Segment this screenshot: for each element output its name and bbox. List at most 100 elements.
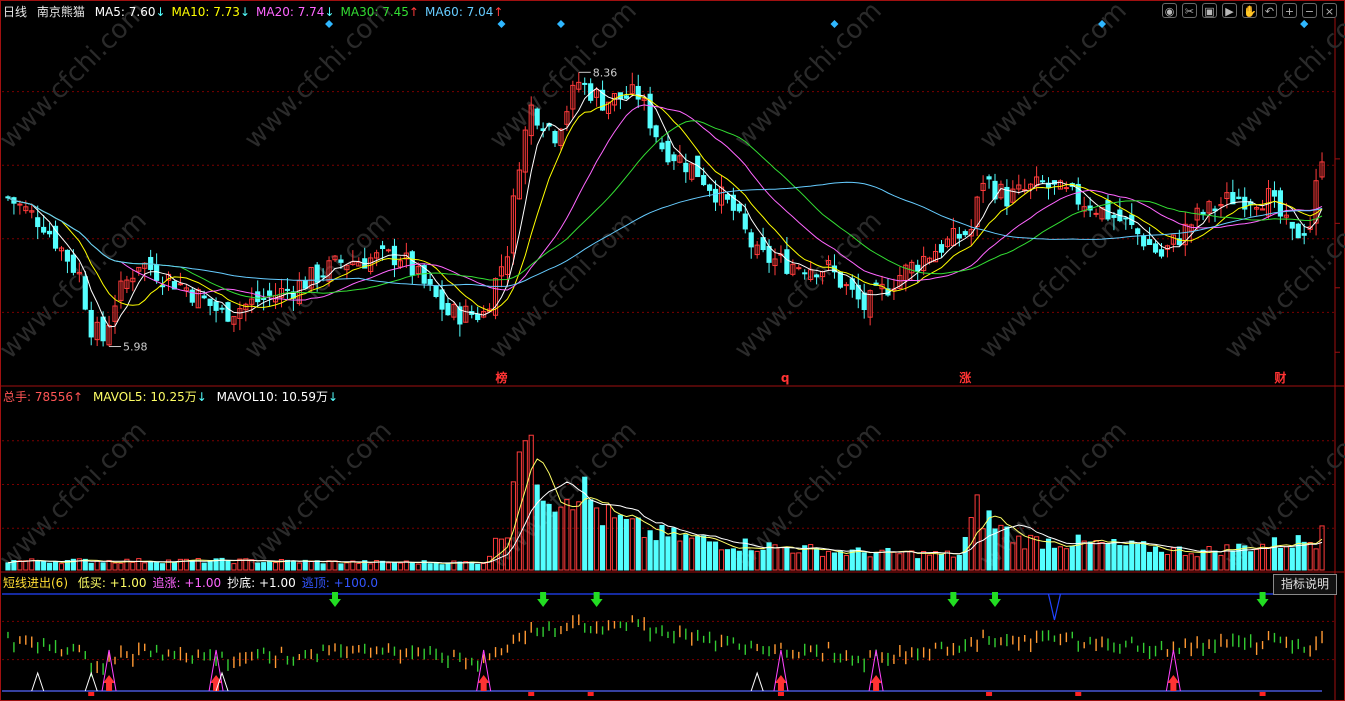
ma-legend-item: MA5: 7.60↓ xyxy=(94,5,166,19)
volume-bar xyxy=(944,550,951,571)
volume-bars xyxy=(5,434,1325,571)
baseline-signal-dot xyxy=(777,692,784,696)
volume-bar xyxy=(159,563,166,571)
candle-body xyxy=(1295,223,1301,239)
volume-bar xyxy=(1105,543,1111,571)
volume-bar xyxy=(1194,556,1200,571)
baseline-signal-dot xyxy=(528,692,535,696)
volume-bar xyxy=(814,547,820,571)
candle-body xyxy=(748,232,754,248)
ma-trend-arrow: ↓ xyxy=(324,5,335,19)
volume-bar xyxy=(677,540,683,571)
volume-bar xyxy=(1081,540,1087,571)
candle-body xyxy=(986,176,992,180)
indicator-legend-item: 抄底: +1.00 xyxy=(227,576,296,590)
volume-bar xyxy=(1039,548,1046,571)
high-label: 8.36 xyxy=(593,66,618,79)
zoom-out-icon[interactable]: − xyxy=(1302,3,1317,18)
volume-bar xyxy=(1236,543,1242,571)
volume-bar xyxy=(1129,540,1135,571)
candle-body xyxy=(701,175,707,186)
indicator-explain-button[interactable]: 指标说明 xyxy=(1272,574,1337,595)
volume-bar xyxy=(379,560,386,571)
volume-bar xyxy=(1075,534,1081,571)
candle-body xyxy=(635,85,641,100)
candle-body xyxy=(659,142,665,150)
volume-bar xyxy=(47,562,53,571)
volume-bar xyxy=(1313,548,1319,571)
event-marker-text: 财 xyxy=(1273,370,1286,385)
scissors-icon[interactable]: ✂ xyxy=(1182,3,1197,18)
volume-bar xyxy=(130,561,136,571)
volume-bar xyxy=(52,560,59,571)
candle-body xyxy=(1152,243,1159,253)
volume-bar xyxy=(825,550,832,571)
candle-body xyxy=(201,295,207,299)
volume-bar xyxy=(41,561,47,571)
candle-body xyxy=(284,288,291,291)
volume-bar xyxy=(290,560,296,571)
candle-body xyxy=(47,230,53,235)
candle-body xyxy=(82,276,88,310)
event-marker-text: 涨 xyxy=(959,370,971,385)
volume-bar xyxy=(1188,553,1194,571)
close-icon[interactable]: × xyxy=(1322,3,1337,18)
undo-icon[interactable]: ↶ xyxy=(1262,3,1277,18)
volume-bar xyxy=(927,554,933,571)
zoom-in-icon[interactable]: + xyxy=(1282,3,1297,18)
volume-bar xyxy=(1289,547,1295,571)
candle-body xyxy=(314,264,320,283)
candle-body xyxy=(742,213,748,230)
ma-line-10 xyxy=(7,93,1323,312)
volume-bar xyxy=(623,518,629,571)
volume-bar xyxy=(909,550,915,571)
volume-bar xyxy=(308,560,314,571)
eye-icon[interactable]: ◉ xyxy=(1162,3,1177,18)
ma-legend-item: MA10: 7.73↓ xyxy=(171,5,251,19)
play-icon[interactable]: ▶ xyxy=(1222,3,1237,18)
volume-bar xyxy=(1087,541,1093,571)
volume-bar xyxy=(724,549,731,571)
volume-bar xyxy=(683,534,689,571)
chart-canvas[interactable]: www.cfchi.com www.cfchi.com www.cfchi.com w… xyxy=(0,0,1345,701)
volume-bar xyxy=(594,507,600,571)
volume-bar xyxy=(1045,538,1052,571)
volume-bar xyxy=(1057,546,1063,571)
chart-toolbar: ◉ ✂ ▣ ▶ ✋ ↶ + − × xyxy=(1162,3,1337,18)
volume-bar xyxy=(1200,549,1206,571)
candle-body xyxy=(391,245,398,266)
candles xyxy=(5,72,1325,347)
volume-bar xyxy=(665,536,671,571)
volume-bar xyxy=(427,563,433,571)
volume-bar xyxy=(867,556,873,571)
volume-header: 总手: 78556↑ MAVOL5: 10.25万↓ MAVOL10: 10.5… xyxy=(3,390,339,404)
watermark-text: www.cfchi.com xyxy=(974,206,1133,365)
volume-bar xyxy=(653,540,659,571)
volume-bar xyxy=(760,549,766,571)
ma-trend-arrow: ↑ xyxy=(493,5,504,19)
indicator-header: 短线进出(6) 低买: +1.00 追涨: +1.00 抄底: +1.00 逃顶: +… xyxy=(3,576,390,590)
candle-body xyxy=(433,285,439,297)
candle-body xyxy=(1123,217,1129,220)
volume-bar xyxy=(112,562,118,571)
volume-bar xyxy=(1295,535,1301,571)
volume-bar xyxy=(100,562,106,571)
candle-body xyxy=(225,302,231,322)
volume-bar xyxy=(475,563,481,571)
candle-body xyxy=(64,249,71,262)
candle-body xyxy=(261,297,267,300)
volume-bar xyxy=(1022,548,1028,571)
candle-body xyxy=(267,290,273,296)
volume-bar xyxy=(385,562,392,571)
volume-bar xyxy=(736,550,742,571)
volume-bar xyxy=(1117,545,1123,571)
candle-body xyxy=(1158,249,1165,257)
volume-bar xyxy=(534,484,540,571)
candle-body xyxy=(70,254,76,273)
volume-bar xyxy=(1099,541,1105,571)
event-diamond-marker xyxy=(497,20,506,28)
save-icon[interactable]: ▣ xyxy=(1202,3,1217,18)
hand-icon[interactable]: ✋ xyxy=(1242,3,1257,18)
volume-bar xyxy=(1212,550,1218,571)
indicator-legend-item: 逃顶: +100.0 xyxy=(301,576,379,590)
